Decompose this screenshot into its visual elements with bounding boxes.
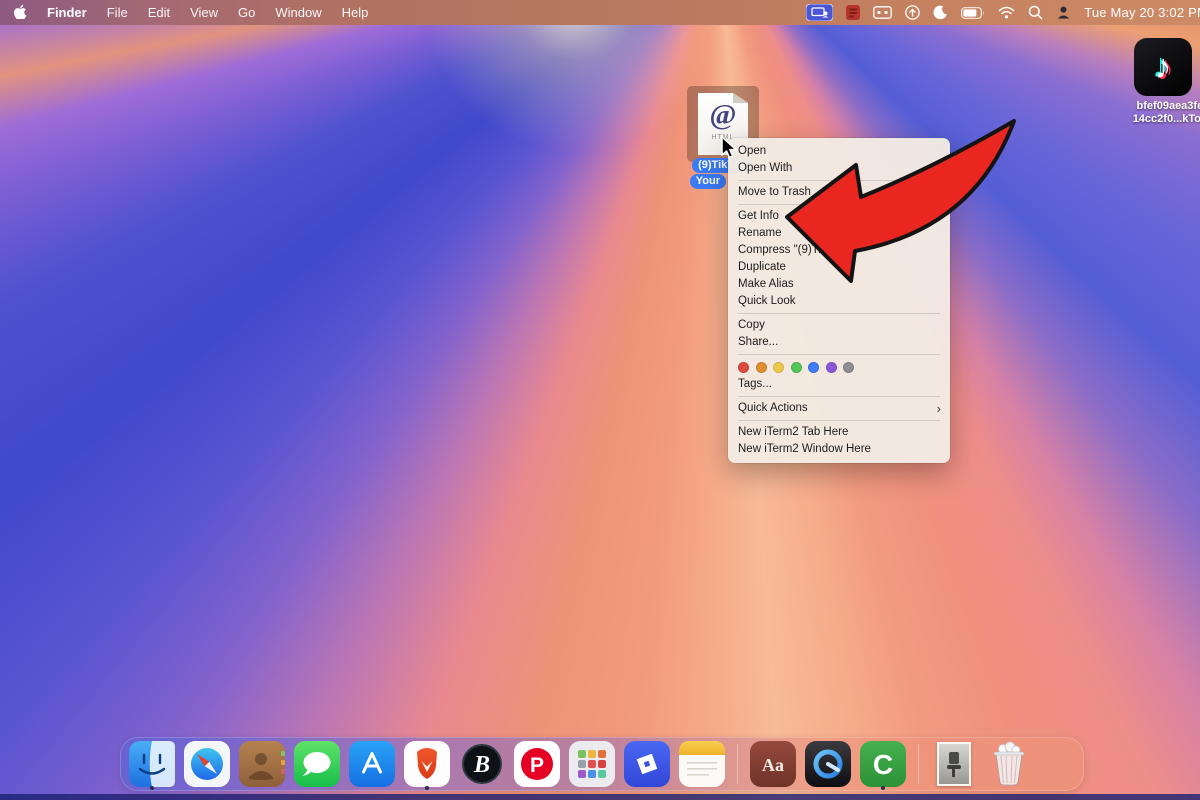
menu-item-compress[interactable]: Compress "(9)Tik xyxy=(728,242,950,259)
chevron-right-icon: › xyxy=(937,160,941,177)
menu-item-tags[interactable]: Tags... xyxy=(728,376,950,393)
svg-text:B: B xyxy=(473,752,490,778)
upload-circle-icon[interactable] xyxy=(905,5,920,20)
menu-item-make-alias[interactable]: Make Alias xyxy=(728,276,950,293)
tag-orange[interactable] xyxy=(756,362,767,373)
menubar-menu-view[interactable]: View xyxy=(190,5,218,20)
menu-item-rename[interactable]: Rename xyxy=(728,225,950,242)
dock-messages-icon[interactable] xyxy=(292,739,342,789)
wallpaper-bottom-edge xyxy=(0,794,1200,800)
menu-item-share[interactable]: Share... xyxy=(728,334,950,351)
keystroke-panel-icon[interactable] xyxy=(873,6,892,19)
dock-pinterest-icon[interactable]: P xyxy=(512,739,562,789)
menu-item-new-iterm2-tab[interactable]: New iTerm2 Tab Here xyxy=(728,424,950,441)
svg-text:C: C xyxy=(873,749,893,780)
tag-yellow[interactable] xyxy=(773,362,784,373)
menu-separator xyxy=(738,313,940,314)
svg-text:Aa: Aa xyxy=(762,755,784,775)
menu-separator xyxy=(738,420,940,421)
menubar-menu-help[interactable]: Help xyxy=(342,5,369,20)
wifi-icon[interactable] xyxy=(998,6,1015,19)
menu-item-copy[interactable]: Copy xyxy=(728,317,950,334)
dock: B P Aa C xyxy=(120,737,1084,791)
dock-separator xyxy=(918,744,919,784)
spotlight-search-icon[interactable] xyxy=(1028,5,1043,20)
tag-red[interactable] xyxy=(738,362,749,373)
dock-quicktime-icon[interactable] xyxy=(803,739,853,789)
menu-item-quick-look[interactable]: Quick Look xyxy=(728,293,950,310)
tag-color-row xyxy=(728,358,950,376)
at-glyph: @ xyxy=(710,101,737,130)
dock-launchpad-icon[interactable] xyxy=(567,739,617,789)
menubar-menu-edit[interactable]: Edit xyxy=(148,5,170,20)
tag-purple[interactable] xyxy=(826,362,837,373)
dock-notes-icon[interactable] xyxy=(677,739,727,789)
photo-thumbnail xyxy=(937,742,971,786)
dock-camtasia-icon[interactable]: C xyxy=(858,739,908,789)
menu-separator xyxy=(738,204,940,205)
menu-separator xyxy=(738,354,940,355)
dock-dictionary-icon[interactable]: Aa xyxy=(748,739,798,789)
dock-contacts-icon[interactable] xyxy=(237,739,287,789)
menubar-menu-file[interactable]: File xyxy=(107,5,128,20)
user-switch-icon[interactable] xyxy=(1056,5,1071,20)
menu-item-quick-actions[interactable]: Quick Actions› xyxy=(728,400,950,417)
tag-green[interactable] xyxy=(791,362,802,373)
apple-logo-icon[interactable] xyxy=(14,4,27,22)
menubar-clock[interactable]: Tue May 20 3:02 PM xyxy=(1084,5,1200,20)
red-annotation-arrow xyxy=(0,0,1200,800)
menu-item-new-iterm2-window[interactable]: New iTerm2 Window Here xyxy=(728,441,950,458)
menubar-menu-go[interactable]: Go xyxy=(238,5,255,20)
red-app-icon[interactable] xyxy=(846,5,860,20)
dock-b-app-icon[interactable]: B xyxy=(457,739,507,789)
chevron-right-icon: › xyxy=(937,400,941,417)
moon-focus-icon[interactable] xyxy=(933,5,948,20)
dock-trash-icon[interactable] xyxy=(984,739,1034,789)
tag-blue[interactable] xyxy=(808,362,819,373)
page-fold-corner-icon xyxy=(733,93,748,103)
desktop-tiktok-file-label[interactable]: bfef09aea3fe04 14cc2f0...kTok.ic xyxy=(1106,100,1200,126)
dock-finder-icon[interactable] xyxy=(127,739,177,789)
chair-silhouette xyxy=(949,752,959,764)
menubar-menu-window[interactable]: Window xyxy=(275,5,321,20)
dock-image-preview[interactable] xyxy=(929,739,979,789)
menu-item-duplicate[interactable]: Duplicate xyxy=(728,259,950,276)
menu-item-get-info[interactable]: Get Info xyxy=(728,208,950,225)
svg-text:P: P xyxy=(530,754,544,777)
dock-app-store-icon[interactable] xyxy=(347,739,397,789)
menu-item-move-to-trash[interactable]: Move to Trash xyxy=(728,184,950,201)
battery-icon[interactable] xyxy=(961,7,985,19)
menu-item-open[interactable]: Open xyxy=(728,143,950,160)
menu-item-open-with[interactable]: Open With› xyxy=(728,160,950,177)
tiktok-note-icon: ♪ xyxy=(1155,50,1172,84)
dock-safari-icon[interactable] xyxy=(182,739,232,789)
menu-separator xyxy=(738,396,940,397)
dock-brave-icon[interactable] xyxy=(402,739,452,789)
screen-sharing-indicator-icon[interactable] xyxy=(806,4,833,21)
desktop-tiktok-file-icon[interactable]: ♪ xyxy=(1134,38,1192,96)
tag-gray[interactable] xyxy=(843,362,854,373)
menubar-active-app[interactable]: Finder xyxy=(47,5,87,20)
dock-roblox-icon[interactable] xyxy=(622,739,672,789)
menu-separator xyxy=(738,180,940,181)
context-menu: Open Open With› Move to Trash Get Info R… xyxy=(728,138,950,463)
dock-separator xyxy=(737,744,738,784)
menu-bar: Finder File Edit View Go Window Help xyxy=(0,0,1200,25)
